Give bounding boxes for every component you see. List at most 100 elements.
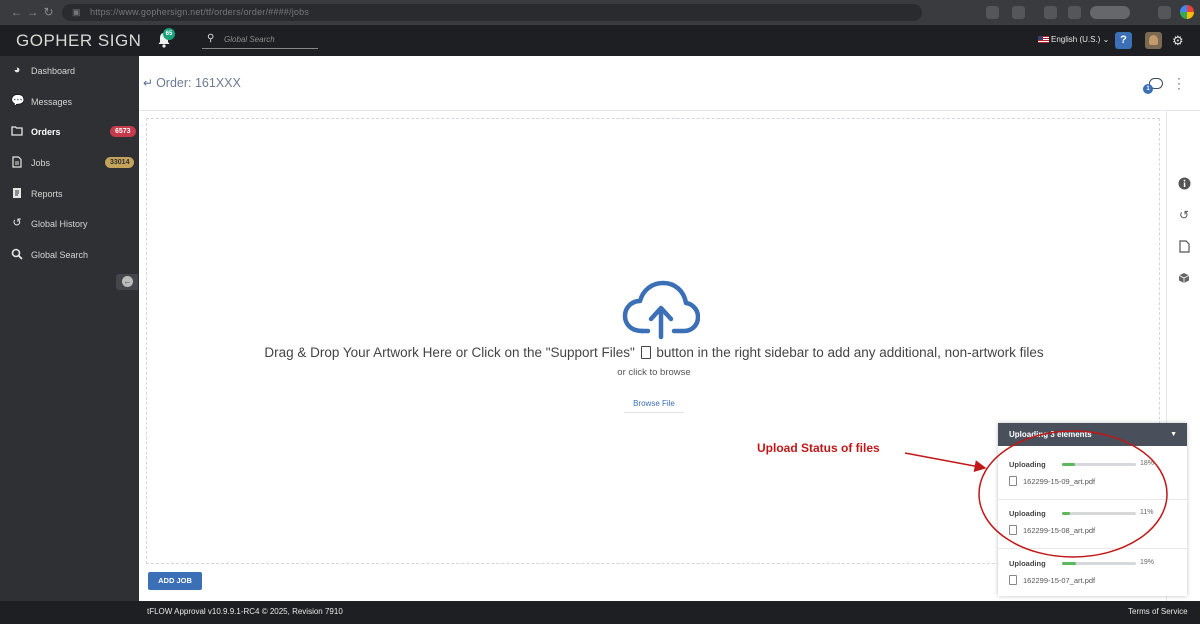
folder-icon xyxy=(11,125,23,137)
sidebar-item-reports[interactable]: Reports xyxy=(0,182,139,206)
sidebar-item-label: Orders xyxy=(31,127,61,137)
upload-progress-bar xyxy=(1062,562,1136,565)
search-icon: ⚲ xyxy=(207,33,215,44)
sidebar-item-label: Jobs xyxy=(31,158,51,168)
orders-count-badge: 6573 xyxy=(110,126,136,137)
header-divider xyxy=(139,110,1200,111)
extension-icon[interactable] xyxy=(986,6,999,19)
return-arrow-icon[interactable]: ↵ xyxy=(143,76,153,90)
upload-progress-fill xyxy=(1062,512,1071,515)
extension-icon[interactable] xyxy=(1044,6,1057,19)
sidebar: ◕ Dashboard 💬 Messages Orders 6573 Jobs … xyxy=(0,56,139,601)
us-flag-icon xyxy=(1038,36,1049,44)
google-icon[interactable] xyxy=(1180,5,1194,19)
sidebar-item-messages[interactable]: 💬 Messages xyxy=(0,90,139,114)
sidebar-item-label: Global Search xyxy=(31,250,89,260)
sidebar-item-global-search[interactable]: Global Search xyxy=(0,243,139,267)
sidebar-item-jobs[interactable]: Jobs 33014 xyxy=(0,151,139,175)
sidebar-item-label: Global History xyxy=(31,219,88,229)
reload-icon[interactable]: ↻ xyxy=(42,6,55,19)
upload-progress-bar xyxy=(1062,463,1136,466)
lock-icon: ▣ xyxy=(72,7,81,17)
sidebar-item-label: Messages xyxy=(31,97,73,107)
cloud-upload-icon xyxy=(622,280,700,340)
terms-of-service-link[interactable]: Terms of Service xyxy=(1128,607,1188,616)
upload-item: Uploading 11% 162299-15-08_art.pdf xyxy=(998,500,1187,549)
menu-icon[interactable] xyxy=(1158,6,1171,19)
pdf-file-icon xyxy=(1009,525,1017,535)
upload-item: Uploading 19% 162299-15-07_art.pdf xyxy=(998,550,1187,596)
profile-pill[interactable] xyxy=(1090,6,1130,19)
sidebar-item-dashboard[interactable]: ◕ Dashboard xyxy=(0,59,139,83)
upload-percent: 19% xyxy=(1140,559,1155,566)
upload-status: Uploading xyxy=(1009,509,1046,518)
download-icon[interactable] xyxy=(1068,6,1081,19)
search-icon xyxy=(11,248,23,260)
upload-item: Uploading 18% 162299-15-09_art.pdf xyxy=(998,451,1187,500)
sidebar-item-label: Reports xyxy=(31,189,63,199)
dropzone-message-part1: Drag & Drop Your Artwork Here or Click o… xyxy=(264,345,635,360)
extension-icon[interactable] xyxy=(1012,6,1025,19)
global-search-box[interactable]: ⚲ xyxy=(202,31,318,49)
pdf-file-icon xyxy=(1009,476,1017,486)
chevron-down-icon: ⌄ xyxy=(1102,35,1110,44)
more-options-icon[interactable]: · · · xyxy=(1176,72,1182,94)
sidebar-item-label: Dashboard xyxy=(31,66,76,76)
sidebar-item-orders[interactable]: Orders 6573 xyxy=(0,120,139,144)
upload-percent: 18% xyxy=(1140,460,1155,467)
jobs-count-badge: 33014 xyxy=(105,157,135,168)
upload-filename: 162299-15-09_art.pdf xyxy=(1023,477,1096,486)
language-selector[interactable]: English (U.S.) ⌄ xyxy=(1038,35,1109,44)
browser-toolbar: ← → ↻ ▣ https://www.gophersign.net/tf/or… xyxy=(0,0,1200,25)
upload-progress-fill xyxy=(1062,463,1076,466)
footer: tFLOW Approval v10.9.9.1-RC4 © 2025, Rev… xyxy=(0,601,1200,624)
add-job-button[interactable]: ADD JOB xyxy=(148,572,202,590)
upload-panel-header[interactable]: Uploading 3 elements ▼ xyxy=(998,423,1187,446)
sidebar-item-global-history[interactable]: ↺ Global History xyxy=(0,212,139,236)
upload-status: Uploading xyxy=(1009,460,1046,469)
collapse-sidebar-button[interactable]: ← xyxy=(116,274,138,290)
forward-arrow-icon[interactable]: → xyxy=(26,6,39,19)
messages-icon: 💬 xyxy=(11,95,25,107)
user-avatar[interactable] xyxy=(1145,32,1162,49)
dropzone-message: Drag & Drop Your Artwork Here or Click o… xyxy=(147,345,1161,360)
language-label: English (U.S.) xyxy=(1051,35,1101,44)
browse-file-button[interactable]: Browse File xyxy=(624,395,684,413)
app-header: GOPHER SIGN 65 ⚲ English (U.S.) ⌄ ? ⚙ xyxy=(0,25,1200,56)
reports-icon xyxy=(11,187,23,199)
support-files-icon[interactable] xyxy=(1177,240,1191,254)
upload-filename: 162299-15-07_art.pdf xyxy=(1023,576,1096,585)
upload-panel-title: Uploading 3 elements xyxy=(1009,430,1092,439)
upload-progress-bar xyxy=(1062,512,1136,515)
chat-button[interactable]: 1 xyxy=(1143,78,1163,94)
upload-filename: 162299-15-08_art.pdf xyxy=(1023,526,1096,535)
history-icon[interactable]: ↺ xyxy=(1177,208,1191,222)
address-bar-url: https://www.gophersign.net/tf/orders/ord… xyxy=(90,7,310,17)
collapse-caret-icon[interactable]: ▼ xyxy=(1170,423,1177,446)
order-title: Order: 161XXX xyxy=(156,76,241,90)
dropzone-subtext: or click to browse xyxy=(617,367,691,378)
address-bar[interactable]: ▣ https://www.gophersign.net/tf/orders/o… xyxy=(62,4,922,21)
upload-status-panel: Uploading 3 elements ▼ Uploading 18% 162… xyxy=(998,423,1187,596)
pdf-file-icon xyxy=(1009,575,1017,585)
page-title: ↵ Order: 161XXX xyxy=(143,76,241,90)
support-files-icon xyxy=(640,346,651,359)
brand-logo[interactable]: GOPHER SIGN xyxy=(16,31,141,51)
cube-icon[interactable] xyxy=(1177,272,1191,286)
dropzone-message-part2: button in the right sidebar to add any a… xyxy=(656,345,1044,360)
file-icon xyxy=(11,156,23,168)
back-arrow-icon[interactable]: ← xyxy=(10,6,23,19)
upload-progress-fill xyxy=(1062,562,1077,565)
info-icon[interactable] xyxy=(1177,177,1191,191)
history-icon: ↺ xyxy=(12,217,22,229)
upload-status: Uploading xyxy=(1009,559,1046,568)
notifications-button[interactable]: 65 xyxy=(157,28,175,48)
global-search-input[interactable] xyxy=(224,32,314,46)
annotation-label: Upload Status of files xyxy=(757,441,880,455)
help-button[interactable]: ? xyxy=(1115,32,1132,49)
arrow-left-circle-icon: ← xyxy=(122,276,133,287)
dashboard-icon: ◕ xyxy=(13,64,21,76)
settings-gears-icon[interactable]: ⚙ xyxy=(1172,33,1184,49)
chat-count-badge: 1 xyxy=(1143,84,1153,94)
notification-count-badge: 65 xyxy=(163,28,175,40)
